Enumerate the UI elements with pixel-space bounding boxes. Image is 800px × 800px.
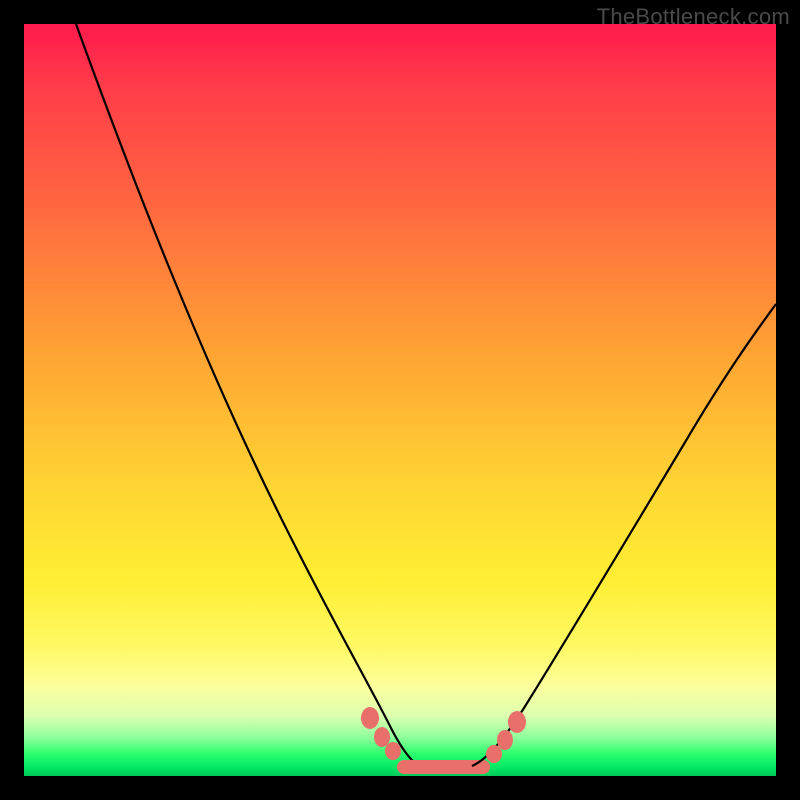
right-curve (472, 304, 776, 766)
plot-area (24, 24, 776, 776)
marker-dot (497, 730, 513, 750)
watermark-text: TheBottleneck.com (597, 4, 790, 30)
chart-svg (24, 24, 776, 776)
marker-dot (361, 707, 379, 729)
marker-dot (374, 727, 390, 747)
left-curve (76, 24, 419, 766)
marker-dot (486, 745, 502, 763)
marker-dot (385, 742, 401, 760)
marker-dot (508, 711, 526, 733)
bottom-pill (397, 760, 490, 774)
outer-frame: TheBottleneck.com (0, 0, 800, 800)
